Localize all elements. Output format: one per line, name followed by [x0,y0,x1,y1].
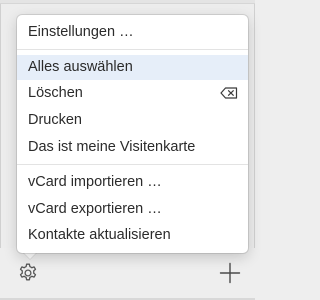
menu-item-delete[interactable]: Löschen [17,81,248,106]
menu-pointer [23,252,37,259]
menu-item-label: vCard exportieren … [28,201,162,217]
menu-item-my-card[interactable]: Das ist meine Visitenkarte [17,135,248,160]
menu-item-label: Einstellungen … [28,24,134,40]
menu-item-label: Alles auswählen [28,59,133,75]
window-top-edge [0,0,255,4]
menu-item-refresh-contacts[interactable]: Kontakte aktualisieren [17,223,248,248]
menu-item-label: vCard importieren … [28,174,162,190]
menu-item-label: Das ist meine Visitenkarte [28,139,196,155]
plus-icon[interactable] [219,262,241,284]
menu-item-label: Kontakte aktualisieren [28,227,171,243]
menu-item-import-vcard[interactable]: vCard importieren … [17,170,248,195]
menu-item-print[interactable]: Drucken [17,108,248,133]
menu-item-select-all[interactable]: Alles auswählen [17,55,248,80]
menu-item-label: Drucken [28,112,82,128]
menu-item-label: Löschen [28,85,83,101]
menu-item-export-vcard[interactable]: vCard exportieren … [17,197,248,222]
gear-icon[interactable] [17,262,39,284]
menu-separator [17,164,248,165]
menu-item-settings[interactable]: Einstellungen … [17,20,248,45]
context-menu: Einstellungen … Alles auswählen Löschen … [17,15,248,253]
delete-key-icon [220,87,238,99]
menu-separator [17,49,248,50]
